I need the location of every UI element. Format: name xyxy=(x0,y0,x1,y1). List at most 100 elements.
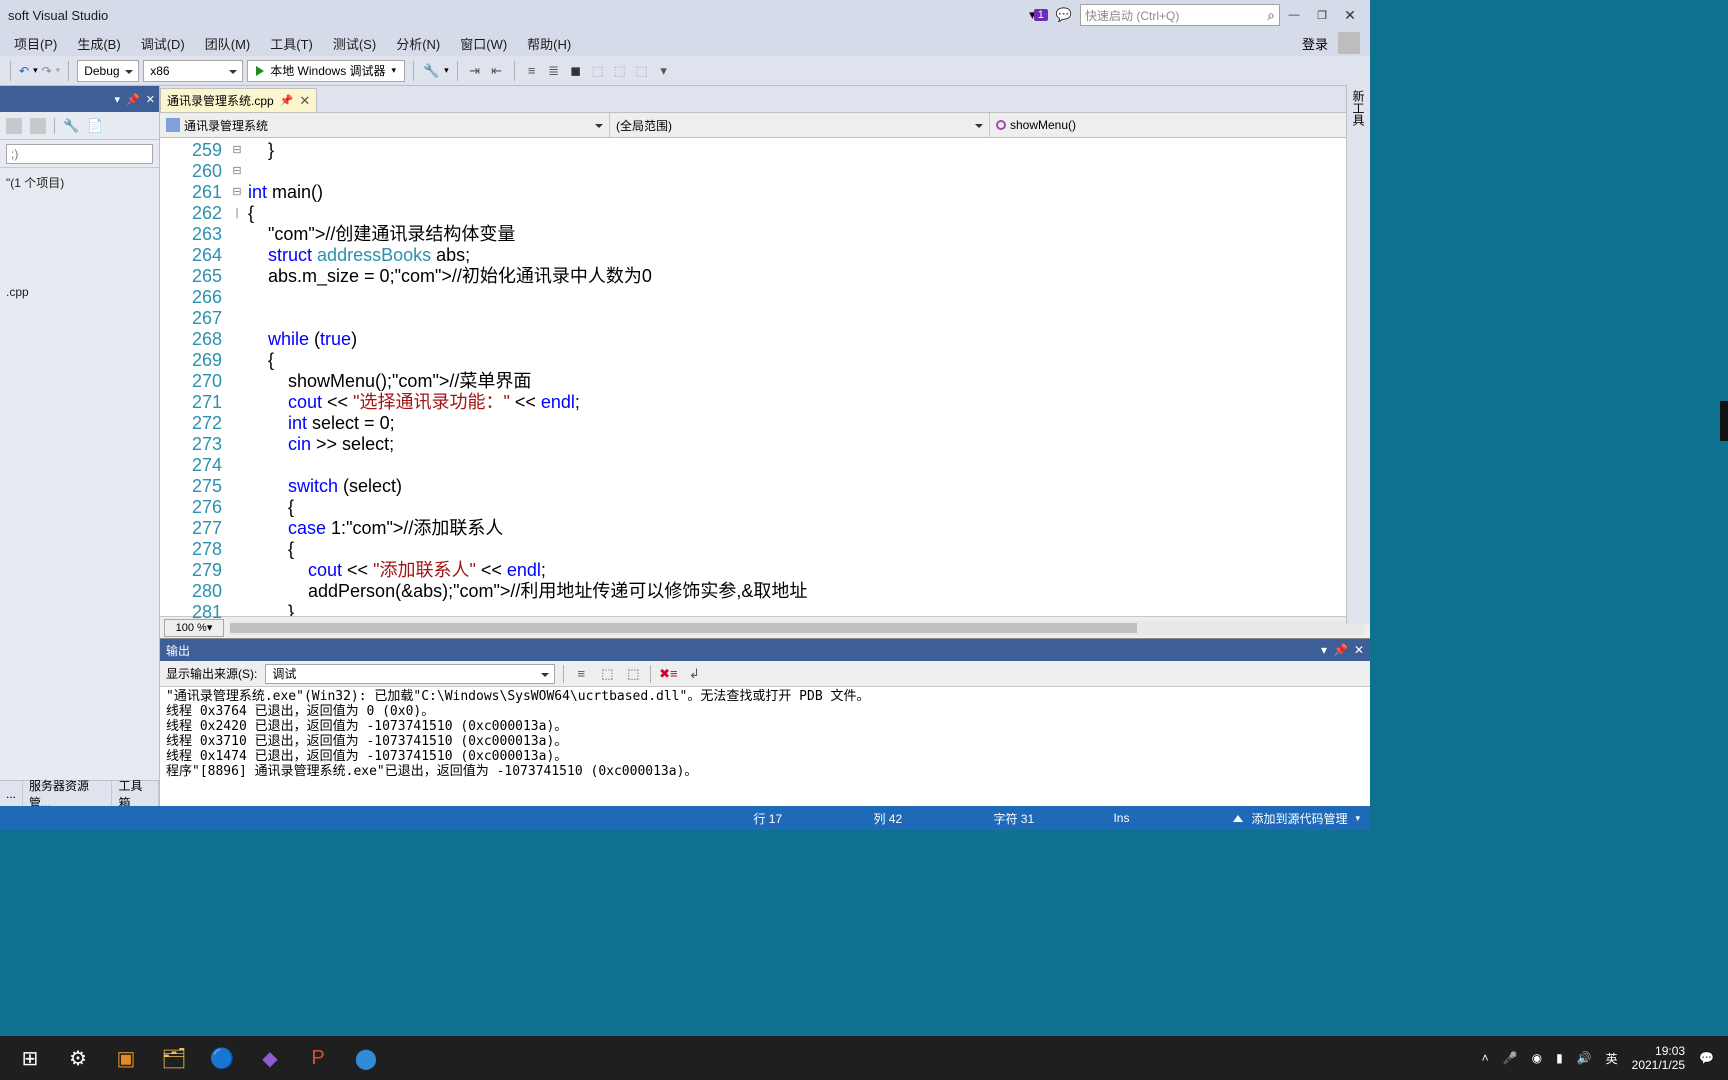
line-number-gutter: 259 260 261 262 263 264 265 266 267 268 … xyxy=(160,138,230,616)
redo-icon[interactable]: ↷ xyxy=(42,64,52,78)
pin-icon[interactable]: 📌 xyxy=(280,94,294,107)
restore-button[interactable]: ❐ xyxy=(1308,4,1336,26)
powerpoint-icon[interactable]: P xyxy=(294,1038,342,1078)
right-rail-tab[interactable]: 新工具 xyxy=(1346,84,1370,624)
tool-icon-1[interactable]: 🔧 xyxy=(422,62,440,80)
solution-tree[interactable]: "(1 个项目) .cpp xyxy=(0,168,159,780)
dropdown-icon[interactable]: ▾ xyxy=(115,93,121,106)
taskbar-clock[interactable]: 19:03 2021/1/25 xyxy=(1632,1044,1685,1072)
clear-output-icon[interactable]: ✖≡ xyxy=(659,665,677,683)
horizontal-scrollbar[interactable] xyxy=(230,621,1364,635)
fold-column[interactable]: ⊟ ⊟ ⊟ | xyxy=(230,138,244,616)
nav-icon-3[interactable]: ⬚ xyxy=(633,62,651,80)
close-button[interactable]: ✕ xyxy=(1336,4,1364,26)
menu-item[interactable]: 窗口(W) xyxy=(450,34,517,53)
menu-item[interactable]: 团队(M) xyxy=(195,34,261,53)
tab-more[interactable]: ... xyxy=(0,781,23,806)
output-title-bar[interactable]: 输出 ▾ 📌 ✕ xyxy=(160,639,1370,661)
close-icon[interactable]: ✕ xyxy=(146,93,155,106)
file-tab-active[interactable]: 通讯录管理系统.cpp 📌 ✕ xyxy=(160,88,317,112)
properties-icon[interactable]: 📄 xyxy=(87,118,103,134)
menu-item[interactable]: 帮助(H) xyxy=(517,34,581,53)
solution-explorer-toolbar: 🔧 📄 xyxy=(0,112,159,140)
menu-item[interactable]: 测试(S) xyxy=(323,34,386,53)
function-combo[interactable]: showMenu() xyxy=(990,113,1370,137)
status-col: 列 42 xyxy=(873,810,933,827)
ime-indicator[interactable]: 英 xyxy=(1606,1050,1618,1067)
standard-toolbar: ↶▾ ↷▾ Debug x86 本地 Windows 调试器 ▾ 🔧▾ ⇥ ⇤ … xyxy=(0,56,1370,86)
menu-item[interactable]: 调试(D) xyxy=(131,34,195,53)
solution-explorer-panel: ▾ 📌 ✕ 🔧 📄 "(1 个项目) .cpp ... 服务器资源管... xyxy=(0,86,160,806)
start-button[interactable]: ⊞ xyxy=(6,1038,54,1078)
status-line: 行 17 xyxy=(753,810,813,827)
app-icon[interactable]: ⬤ xyxy=(342,1038,390,1078)
dropdown-icon[interactable]: ▾ xyxy=(1321,643,1327,657)
mic-icon[interactable]: 🎤 xyxy=(1503,1051,1518,1065)
tray-up-icon[interactable]: ˄ xyxy=(1482,1051,1489,1065)
quick-launch-input[interactable]: 快速启动 (Ctrl+Q) xyxy=(1080,4,1280,26)
status-ins: Ins xyxy=(1113,811,1173,825)
config-combo[interactable]: Debug xyxy=(77,60,139,82)
login-link[interactable]: 登录 xyxy=(1302,34,1328,53)
output-title-label: 输出 xyxy=(166,642,190,659)
visual-studio-window: soft Visual Studio ▾ 1 💬 快速启动 (Ctrl+Q) —… xyxy=(0,0,1370,830)
notification-badge[interactable]: 1 xyxy=(1034,9,1048,21)
output-text[interactable]: "通讯录管理系统.exe"(Win32): 已加载"C:\Windows\Sys… xyxy=(160,687,1370,806)
menu-item[interactable]: 工具(T) xyxy=(260,34,323,53)
output-tool-1[interactable]: ≡ xyxy=(572,665,590,683)
nav-icon-1[interactable]: ⬚ xyxy=(589,62,607,80)
scope-combo[interactable]: (全局范围) xyxy=(610,113,990,137)
platform-combo[interactable]: x86 xyxy=(143,60,243,82)
solution-explorer-header[interactable]: ▾ 📌 ✕ xyxy=(0,86,159,112)
settings-icon[interactable]: ⚙ xyxy=(54,1038,102,1078)
menu-item[interactable]: 项目(P) xyxy=(4,34,67,53)
feedback-icon[interactable]: 💬 xyxy=(1056,7,1072,23)
pin-icon[interactable]: 📌 xyxy=(126,93,140,106)
cpp-file-node[interactable]: .cpp xyxy=(6,283,153,301)
refresh-icon[interactable] xyxy=(30,118,46,134)
visual-studio-icon[interactable]: ◆ xyxy=(246,1038,294,1078)
wifi-icon[interactable]: ▮ xyxy=(1556,1051,1563,1065)
output-source-combo[interactable]: 调试 xyxy=(265,664,555,684)
close-icon[interactable]: ✕ xyxy=(1354,643,1364,657)
pin-icon[interactable]: 📌 xyxy=(1333,643,1348,657)
volume-icon[interactable]: 🔊 xyxy=(1577,1051,1592,1065)
user-avatar[interactable] xyxy=(1338,32,1360,54)
tab-toolbox[interactable]: 工具箱 xyxy=(112,781,159,806)
step-over-icon[interactable]: ⇥ xyxy=(466,62,484,80)
menu-item[interactable]: 分析(N) xyxy=(386,34,450,53)
status-char: 字符 31 xyxy=(993,810,1053,827)
bookmark-icon[interactable]: ◼ xyxy=(567,62,585,80)
undo-icon[interactable]: ↶ xyxy=(19,64,29,78)
start-debug-button[interactable]: 本地 Windows 调试器 ▾ xyxy=(247,60,405,82)
output-tool-3[interactable]: ⬚ xyxy=(624,665,642,683)
app-title: soft Visual Studio xyxy=(6,8,1029,23)
source-control-link[interactable]: 添加到源代码管理 xyxy=(1251,810,1347,827)
overflow-icon[interactable]: ▾ xyxy=(655,62,673,80)
publish-icon[interactable] xyxy=(1233,815,1243,822)
left-bottom-tabs: ... 服务器资源管... 工具箱 xyxy=(0,780,159,806)
chrome-icon[interactable]: 🔵 xyxy=(198,1038,246,1078)
notification-center-icon[interactable]: 💬 xyxy=(1699,1051,1714,1065)
indent-left-icon[interactable]: ≡ xyxy=(523,62,541,80)
home-icon[interactable] xyxy=(6,118,22,134)
output-tool-2[interactable]: ⬚ xyxy=(598,665,616,683)
project-combo[interactable]: 通讯录管理系统 xyxy=(160,113,610,137)
solution-node[interactable]: "(1 个项目) xyxy=(6,172,153,193)
close-tab-icon[interactable]: ✕ xyxy=(299,93,310,109)
task-view-icon[interactable]: ▣ xyxy=(102,1038,150,1078)
code-content[interactable]: } int main() { "com">//创建通讯录结构体变量 struct… xyxy=(244,138,1370,616)
step-into-icon[interactable]: ⇤ xyxy=(488,62,506,80)
tab-server-explorer[interactable]: 服务器资源管... xyxy=(23,781,112,806)
indent-right-icon[interactable]: ≣ xyxy=(545,62,563,80)
minimize-button[interactable]: — xyxy=(1280,4,1308,26)
location-icon[interactable]: ◉ xyxy=(1532,1051,1542,1065)
code-editor[interactable]: 259 260 261 262 263 264 265 266 267 268 … xyxy=(160,138,1370,616)
menu-item[interactable]: 生成(B) xyxy=(67,34,130,53)
file-explorer-icon[interactable]: 🗂 xyxy=(150,1038,198,1078)
wrench-icon[interactable]: 🔧 xyxy=(63,118,79,134)
nav-icon-2[interactable]: ⬚ xyxy=(611,62,629,80)
solution-search-input[interactable] xyxy=(6,144,153,164)
title-bar[interactable]: soft Visual Studio ▾ 1 💬 快速启动 (Ctrl+Q) —… xyxy=(0,0,1370,30)
wrap-icon[interactable]: ↲ xyxy=(685,665,703,683)
